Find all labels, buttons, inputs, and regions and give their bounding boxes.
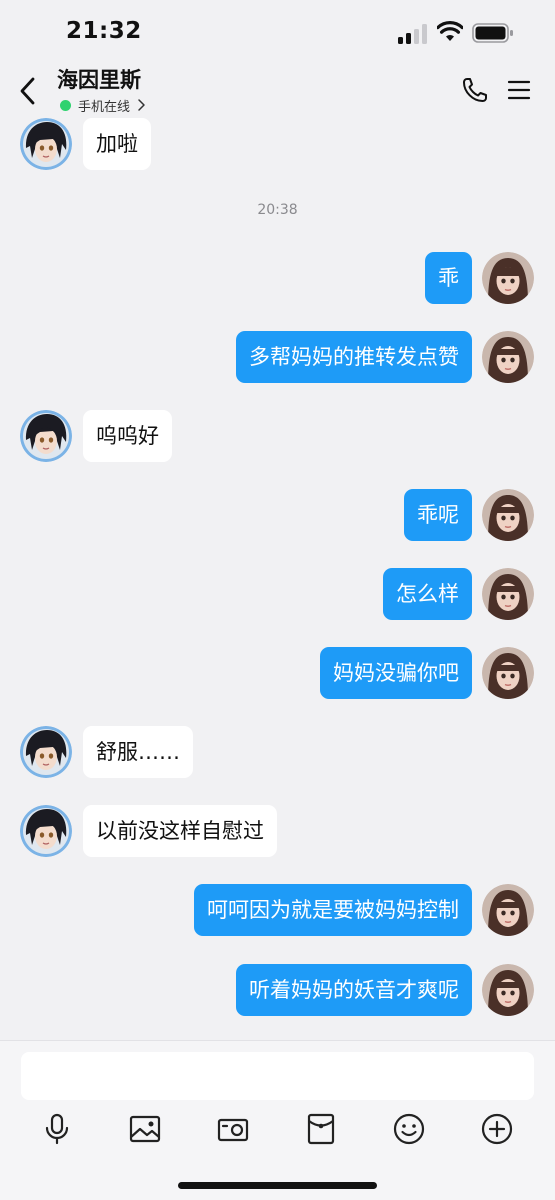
self-avatar[interactable] bbox=[482, 331, 534, 383]
contact-avatar[interactable] bbox=[20, 410, 72, 462]
message-bubble[interactable]: 乖呢 bbox=[404, 489, 472, 541]
self-avatar[interactable] bbox=[482, 964, 534, 1016]
message-incoming: 舒服…… bbox=[0, 726, 555, 780]
contact-avatar[interactable] bbox=[20, 118, 72, 170]
message-outgoing: 呵呵因为就是要被妈妈控制 bbox=[0, 884, 555, 938]
self-avatar[interactable] bbox=[482, 252, 534, 304]
self-avatar[interactable] bbox=[482, 489, 534, 541]
red-packet-icon[interactable] bbox=[304, 1112, 338, 1146]
chat-header: 海因里斯 手机在线 bbox=[0, 60, 555, 118]
microphone-icon[interactable] bbox=[40, 1112, 74, 1146]
message-outgoing: 妈妈没骗你吧 bbox=[0, 647, 555, 701]
message-bubble[interactable]: 多帮妈妈的推转发点赞 bbox=[236, 331, 472, 383]
online-dot-icon bbox=[60, 99, 71, 111]
online-status[interactable]: 手机在线 bbox=[60, 96, 146, 115]
message-incoming: 加啦 bbox=[0, 118, 555, 172]
message-input[interactable] bbox=[21, 1052, 534, 1100]
emoji-icon[interactable] bbox=[392, 1112, 426, 1146]
message-bubble[interactable]: 呜呜好 bbox=[83, 410, 172, 462]
home-indicator[interactable] bbox=[178, 1182, 377, 1189]
plus-icon[interactable] bbox=[480, 1112, 514, 1146]
self-avatar[interactable] bbox=[482, 647, 534, 699]
composer-panel bbox=[0, 1040, 555, 1200]
message-bubble[interactable]: 呵呵因为就是要被妈妈控制 bbox=[194, 884, 472, 936]
self-avatar[interactable] bbox=[482, 884, 534, 936]
message-bubble[interactable]: 妈妈没骗你吧 bbox=[320, 647, 472, 699]
battery-icon bbox=[472, 23, 513, 43]
wifi-icon bbox=[437, 21, 463, 41]
phone-call-icon[interactable] bbox=[461, 76, 489, 104]
message-list[interactable]: 加啦 20:38 乖 多帮妈妈的推转发点赞 呜呜好 乖呢 怎么样 妈妈没骗你吧 bbox=[0, 116, 555, 1040]
menu-icon[interactable] bbox=[507, 78, 531, 102]
message-outgoing: 乖 bbox=[0, 252, 555, 306]
message-outgoing: 多帮妈妈的推转发点赞 bbox=[0, 331, 555, 385]
online-status-text: 手机在线 bbox=[78, 99, 131, 115]
cellular-signal-icon bbox=[398, 24, 427, 44]
back-arrow-icon[interactable] bbox=[14, 74, 42, 108]
contact-name[interactable]: 海因里斯 bbox=[57, 64, 141, 94]
contact-avatar[interactable] bbox=[20, 726, 72, 778]
message-incoming: 呜呜好 bbox=[0, 410, 555, 464]
message-bubble[interactable]: 舒服…… bbox=[83, 726, 193, 778]
chat-screen: 21:32 海因里斯 手机在线 加啦 20:38 乖 多帮妈妈的推转发点赞 呜呜… bbox=[0, 0, 555, 1200]
message-bubble[interactable]: 以前没这样自慰过 bbox=[83, 805, 277, 857]
message-outgoing: 怎么样 bbox=[0, 568, 555, 622]
message-bubble[interactable]: 听着妈妈的妖音才爽呢 bbox=[236, 964, 472, 1016]
message-outgoing: 乖呢 bbox=[0, 489, 555, 543]
message-incoming: 以前没这样自慰过 bbox=[0, 805, 555, 859]
message-bubble[interactable]: 乖 bbox=[425, 252, 472, 304]
image-icon[interactable] bbox=[128, 1112, 162, 1146]
timestamp-separator: 20:38 bbox=[257, 202, 298, 218]
camera-icon[interactable] bbox=[216, 1112, 250, 1146]
status-bar: 21:32 bbox=[0, 0, 555, 62]
message-outgoing: 听着妈妈的妖音才爽呢 bbox=[0, 964, 555, 1018]
message-bubble[interactable]: 加啦 bbox=[83, 118, 151, 170]
contact-avatar[interactable] bbox=[20, 805, 72, 857]
self-avatar[interactable] bbox=[482, 568, 534, 620]
status-time: 21:32 bbox=[66, 18, 142, 44]
chevron-right-icon bbox=[138, 99, 145, 111]
message-bubble[interactable]: 怎么样 bbox=[383, 568, 472, 620]
